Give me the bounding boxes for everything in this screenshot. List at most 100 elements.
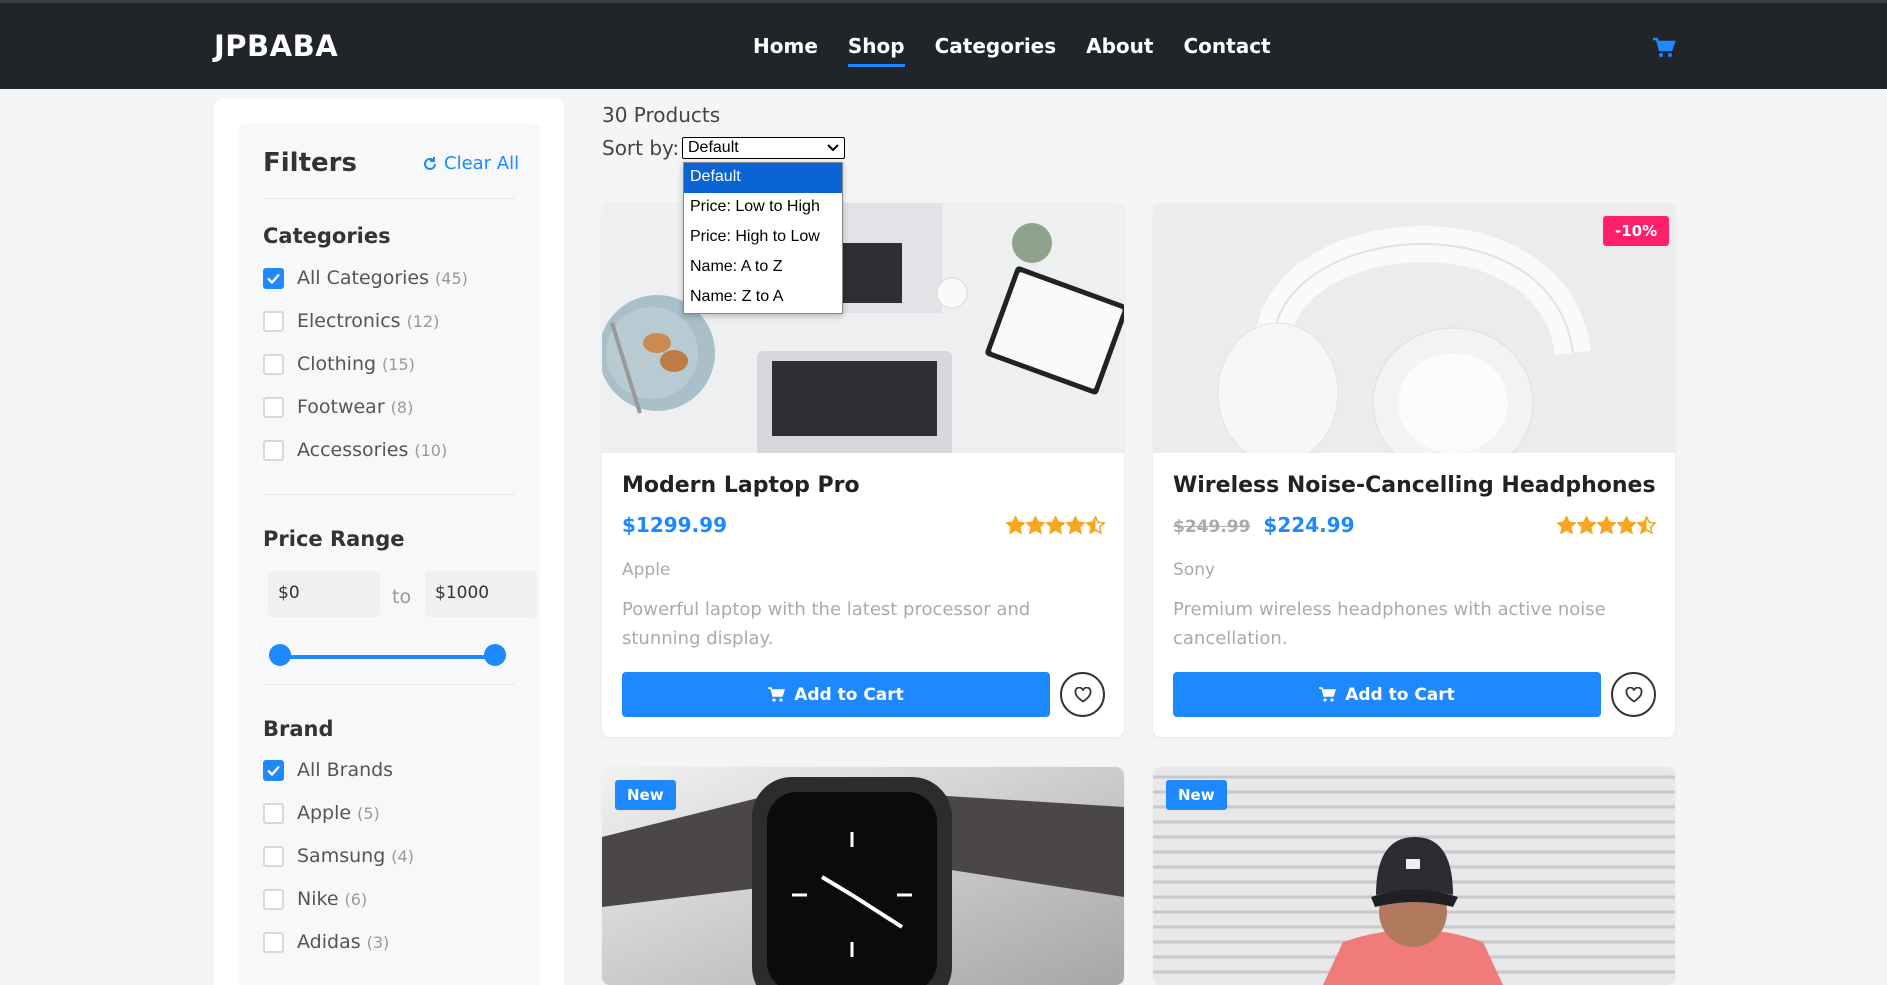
product-card: New xyxy=(1153,767,1675,985)
products-count: 30 Products xyxy=(602,103,721,127)
nav-shop[interactable]: Shop xyxy=(847,34,905,67)
add-to-cart-button[interactable]: Add to Cart xyxy=(1173,672,1601,717)
filter-count: (12) xyxy=(406,311,440,331)
checkbox[interactable] xyxy=(263,310,284,332)
brand-adidas[interactable]: Adidas (3) xyxy=(263,931,389,953)
product-image-cap[interactable] xyxy=(1153,767,1675,985)
brand-logo[interactable]: JPBABA xyxy=(214,29,338,63)
heart-icon xyxy=(1074,686,1091,703)
product-title[interactable]: Modern Laptop Pro xyxy=(622,473,860,498)
sort-option-name-z-a[interactable]: Name: Z to A xyxy=(684,283,842,313)
add-to-cart-label: Add to Cart xyxy=(1345,684,1455,705)
sort-option-price-low-high[interactable]: Price: Low to High xyxy=(684,193,842,223)
filter-label: Accessories xyxy=(297,439,409,461)
star-icon xyxy=(1617,516,1636,534)
product-description: Premium wireless headphones with active … xyxy=(1173,599,1606,649)
category-all-categories[interactable]: All Categories (45) xyxy=(263,267,468,289)
filter-label: Samsung xyxy=(297,845,386,867)
price-range-title: Price Range xyxy=(263,527,405,551)
filter-label: Adidas xyxy=(297,931,361,953)
filter-count: (4) xyxy=(391,846,414,866)
checkbox[interactable] xyxy=(263,888,284,910)
divider xyxy=(263,494,515,495)
filter-label: Apple xyxy=(297,802,352,824)
cart-icon xyxy=(768,686,786,702)
wishlist-button[interactable] xyxy=(1060,672,1105,717)
rating-stars xyxy=(1006,516,1105,534)
cart-icon xyxy=(1319,686,1337,702)
product-price-line: $1299.99 xyxy=(622,513,727,537)
product-brand: Sony xyxy=(1173,560,1216,580)
heart-icon xyxy=(1625,686,1642,703)
nav-contact[interactable]: Contact xyxy=(1183,34,1270,67)
sort-dropdown: Default Price: Low to High Price: High t… xyxy=(683,162,843,314)
sort-option-price-high-low[interactable]: Price: High to Low xyxy=(684,223,842,253)
product-price-line: $249.99 $224.99 xyxy=(1173,513,1355,537)
checkbox[interactable] xyxy=(263,396,284,418)
refresh-icon xyxy=(424,156,436,170)
checkbox[interactable] xyxy=(263,802,284,824)
product-card: Modern Laptop Pro $1299.99 Apple Powerfu… xyxy=(602,203,1124,737)
product-card: -10% Wireless Noise-Cancelling Headphone… xyxy=(1153,203,1675,737)
category-footwear[interactable]: Footwear (8) xyxy=(263,396,413,418)
category-clothing[interactable]: Clothing (15) xyxy=(263,353,415,375)
nav-links: Home Shop Categories About Contact xyxy=(753,34,1301,67)
checkbox[interactable] xyxy=(263,845,284,867)
filter-count: (3) xyxy=(366,932,390,952)
checkbox[interactable] xyxy=(263,439,284,461)
star-icon xyxy=(1577,516,1596,534)
sort-select[interactable]: Default xyxy=(682,137,845,159)
divider xyxy=(263,684,515,685)
brand-apple[interactable]: Apple (5) xyxy=(263,802,380,824)
wishlist-button[interactable] xyxy=(1611,672,1656,717)
rating-stars xyxy=(1557,516,1656,534)
star-icon xyxy=(1637,516,1656,534)
filter-label: Clothing xyxy=(297,353,377,375)
sort-option-name-a-z[interactable]: Name: A to Z xyxy=(684,253,842,283)
sort-option-default[interactable]: Default xyxy=(684,163,842,193)
nav-categories[interactable]: Categories xyxy=(935,34,1057,67)
new-badge: New xyxy=(1166,780,1227,810)
product-price: $224.99 xyxy=(1263,513,1355,537)
checkbox[interactable] xyxy=(263,353,284,375)
new-badge: New xyxy=(615,780,676,810)
product-old-price: $249.99 xyxy=(1173,517,1251,537)
filters-title: Filters xyxy=(263,148,357,178)
price-slider-track[interactable] xyxy=(278,655,495,659)
nav-about[interactable]: About xyxy=(1086,34,1153,67)
cart-icon[interactable] xyxy=(1652,37,1676,59)
product-image-watch[interactable] xyxy=(602,767,1124,985)
category-accessories[interactable]: Accessories (10) xyxy=(263,439,447,461)
checkbox[interactable] xyxy=(263,931,284,953)
star-icon xyxy=(1046,516,1065,534)
brand-nike[interactable]: Nike (6) xyxy=(263,888,367,910)
filter-label: Electronics xyxy=(297,310,401,332)
price-slider-max-thumb[interactable] xyxy=(484,644,506,666)
price-min-input[interactable]: $0 xyxy=(268,571,380,617)
check-icon xyxy=(267,765,280,776)
nav-home[interactable]: Home xyxy=(753,34,818,67)
product-image-headphones[interactable] xyxy=(1153,203,1675,453)
clear-all-button[interactable]: Clear All xyxy=(422,153,519,174)
discount-badge: -10% xyxy=(1603,216,1670,246)
checkbox[interactable] xyxy=(263,267,284,289)
category-electronics[interactable]: Electronics (12) xyxy=(263,310,439,332)
product-image-laptop[interactable] xyxy=(602,203,1124,453)
clear-all-label: Clear All xyxy=(444,153,520,174)
filter-count: (8) xyxy=(390,397,414,417)
product-title[interactable]: Wireless Noise-Cancelling Headphones xyxy=(1173,473,1656,498)
product-brand: Apple xyxy=(622,560,671,580)
filter-count: (45) xyxy=(435,268,468,288)
checkbox[interactable] xyxy=(263,759,284,781)
sort-label: Sort by: xyxy=(602,136,680,160)
sort-selected-value: Default xyxy=(688,139,739,156)
star-icon xyxy=(1066,516,1085,534)
product-price: $1299.99 xyxy=(622,513,728,537)
add-to-cart-button[interactable]: Add to Cart xyxy=(622,672,1050,717)
brand-all-brands[interactable]: All Brands xyxy=(263,759,393,781)
price-max-input[interactable]: $1000 xyxy=(425,571,537,617)
divider xyxy=(263,198,515,199)
brand-samsung[interactable]: Samsung (4) xyxy=(263,845,414,867)
price-slider-min-thumb[interactable] xyxy=(269,644,291,666)
star-icon xyxy=(1026,516,1045,534)
